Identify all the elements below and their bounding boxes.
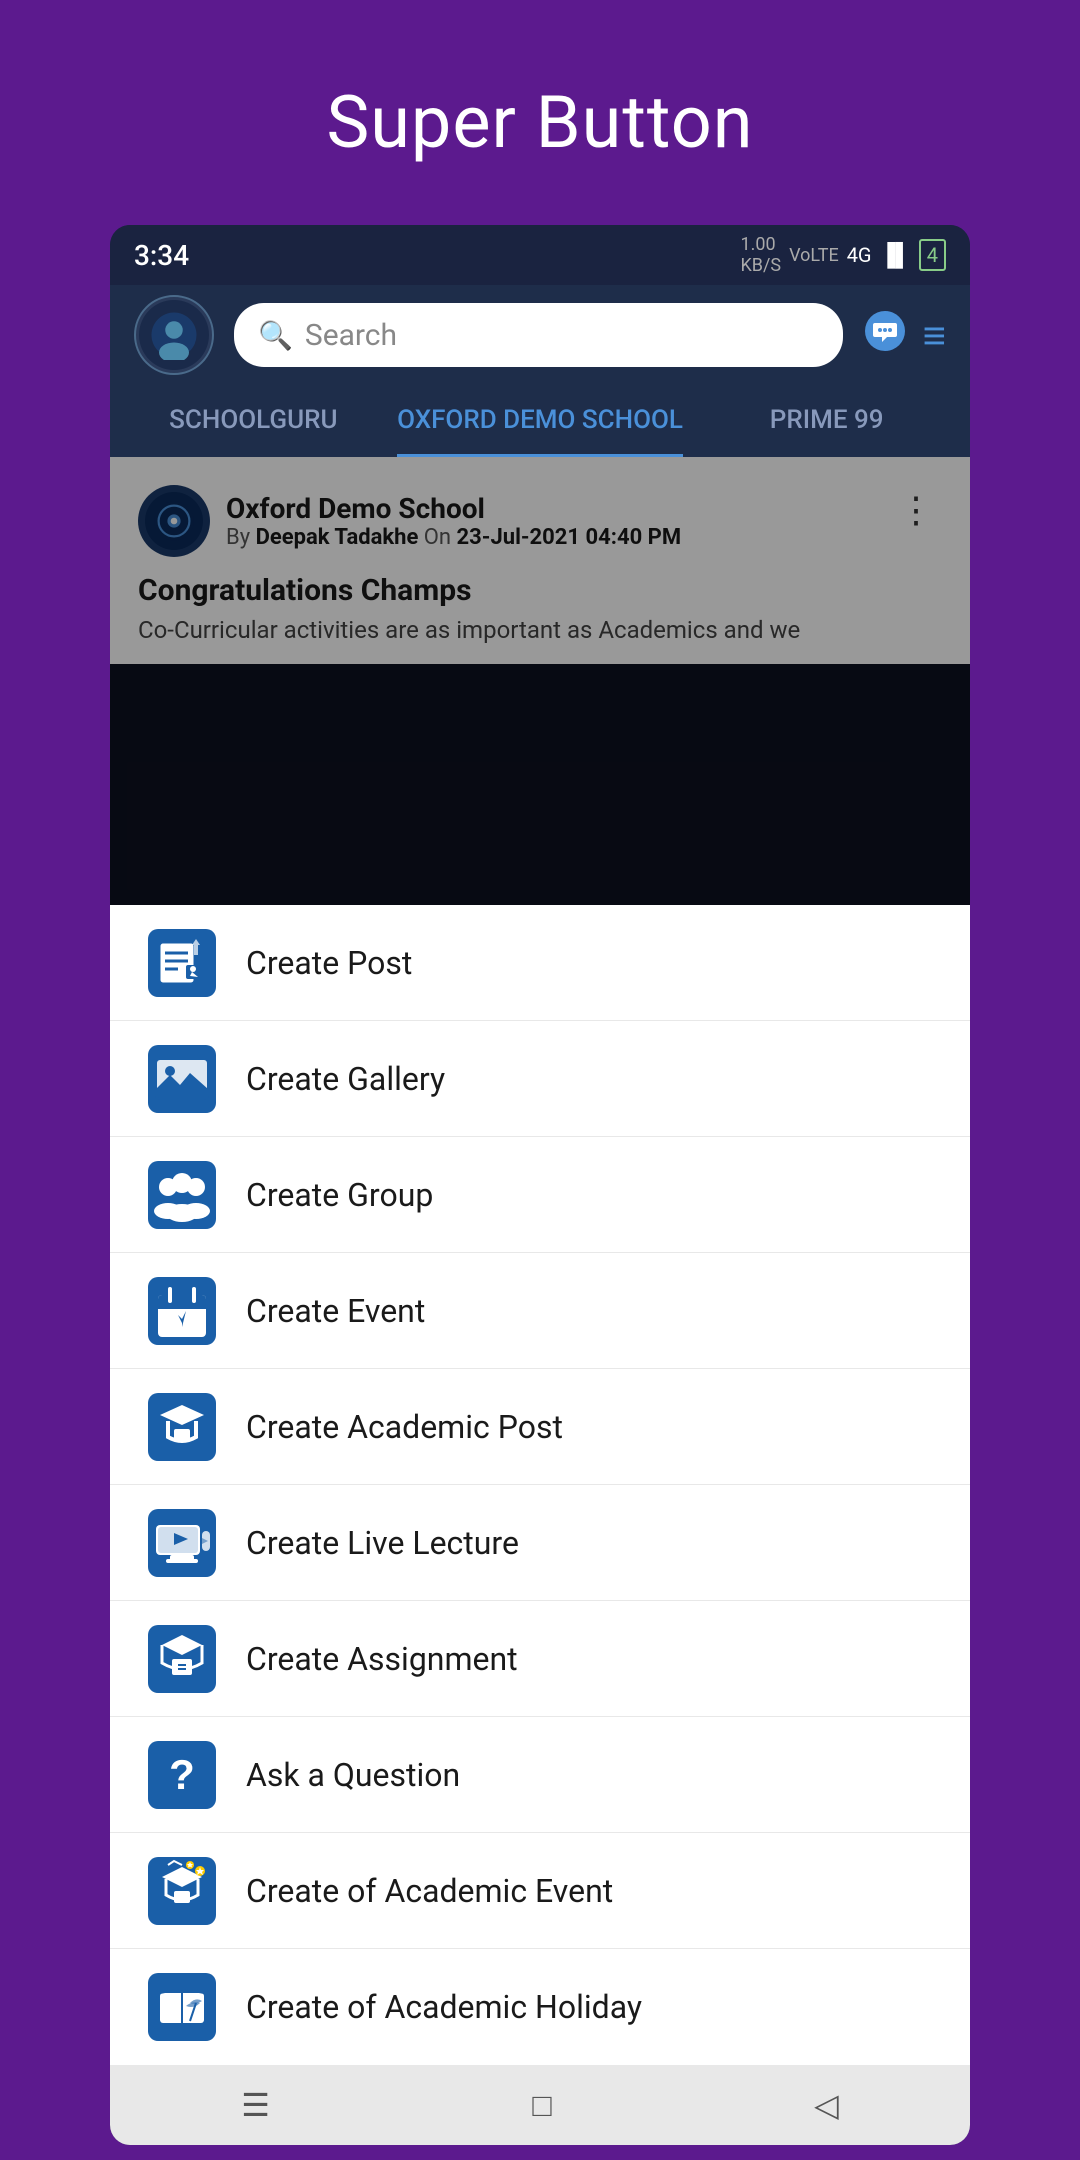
status-time: 3:34	[134, 239, 189, 272]
app-header: 🔍 Search ≡	[110, 285, 970, 385]
create-post-icon	[146, 927, 218, 999]
menu-item-create-academic-event[interactable]: Create of Academic Event	[110, 1833, 970, 1949]
create-academic-post-icon	[146, 1391, 218, 1463]
menu-item-create-academic-post[interactable]: Create Academic Post	[110, 1369, 970, 1485]
create-academic-holiday-label: Create of Academic Holiday	[246, 1988, 642, 2026]
menu-item-create-academic-holiday[interactable]: Create of Academic Holiday	[110, 1949, 970, 2065]
ask-question-icon: ?	[146, 1739, 218, 1811]
phone-frame: 3:34 1.00KB/S VoLTE 4G ▐▌ 4 🔍 Search	[110, 225, 970, 2145]
create-live-lecture-label: Create Live Lecture	[246, 1524, 519, 1562]
tab-oxford-demo-school[interactable]: OXFORD DEMO SCHOOL	[397, 385, 684, 457]
search-bar[interactable]: 🔍 Search	[234, 303, 843, 367]
menu-item-create-event[interactable]: Create Event	[110, 1253, 970, 1369]
volte-icon: VoLTE	[789, 245, 839, 266]
search-input-label: Search	[305, 318, 397, 353]
create-event-icon	[146, 1275, 218, 1347]
user-avatar[interactable]	[134, 295, 214, 375]
menu-item-create-gallery[interactable]: Create Gallery	[110, 1021, 970, 1137]
create-event-label: Create Event	[246, 1292, 425, 1330]
create-academic-event-label: Create of Academic Event	[246, 1872, 613, 1910]
chat-icon[interactable]	[863, 309, 907, 362]
create-academic-holiday-icon	[146, 1971, 218, 2043]
nav-back-button[interactable]: ◁	[814, 2086, 839, 2124]
create-assignment-label: Create Assignment	[246, 1640, 518, 1678]
avatar-image	[139, 300, 209, 370]
svg-text:?: ?	[169, 1751, 195, 1798]
menu-item-create-post[interactable]: Create Post	[110, 905, 970, 1021]
battery-icon: 4	[919, 239, 946, 271]
nav-home-button[interactable]: □	[532, 2086, 551, 2124]
header-actions: ≡	[863, 309, 946, 362]
content-area: Oxford Demo School By Deepak Tadakhe On …	[110, 457, 970, 2065]
status-icons: 1.00KB/S VoLTE 4G ▐▌ 4	[740, 234, 946, 276]
create-gallery-label: Create Gallery	[246, 1060, 445, 1098]
ask-question-label: Ask a Question	[246, 1756, 460, 1794]
create-academic-event-icon	[146, 1855, 218, 1927]
data-speed: 1.00KB/S	[740, 234, 781, 276]
tabs-bar: SCHOOLGURU OXFORD DEMO SCHOOL PRIME 99	[110, 385, 970, 457]
signal-bars: ▐▌	[880, 242, 911, 268]
menu-item-create-group[interactable]: Create Group	[110, 1137, 970, 1253]
create-gallery-icon	[146, 1043, 218, 1115]
create-post-label: Create Post	[246, 944, 412, 982]
create-academic-post-label: Create Academic Post	[246, 1408, 563, 1446]
create-group-label: Create Group	[246, 1176, 433, 1214]
create-group-icon	[146, 1159, 218, 1231]
menu-item-create-assignment[interactable]: Create Assignment	[110, 1601, 970, 1717]
menu-item-create-live-lecture[interactable]: Create Live Lecture	[110, 1485, 970, 1601]
status-bar: 3:34 1.00KB/S VoLTE 4G ▐▌ 4	[110, 225, 970, 285]
search-icon: 🔍	[258, 319, 293, 352]
tab-schoolguru[interactable]: SCHOOLGURU	[110, 385, 397, 457]
nav-bar: ☰ □ ◁	[110, 2065, 970, 2145]
create-live-lecture-icon	[146, 1507, 218, 1579]
page-title: Super Button	[326, 80, 753, 165]
tab-prime99[interactable]: PRIME 99	[683, 385, 970, 457]
bottom-sheet-menu: Create Post Create Gallery	[110, 905, 970, 2065]
hamburger-menu-icon[interactable]: ≡	[923, 312, 946, 359]
nav-menu-button[interactable]: ☰	[241, 2086, 270, 2124]
signal-4g: 4G	[847, 243, 872, 267]
menu-item-ask-question[interactable]: ? Ask a Question	[110, 1717, 970, 1833]
create-assignment-icon	[146, 1623, 218, 1695]
